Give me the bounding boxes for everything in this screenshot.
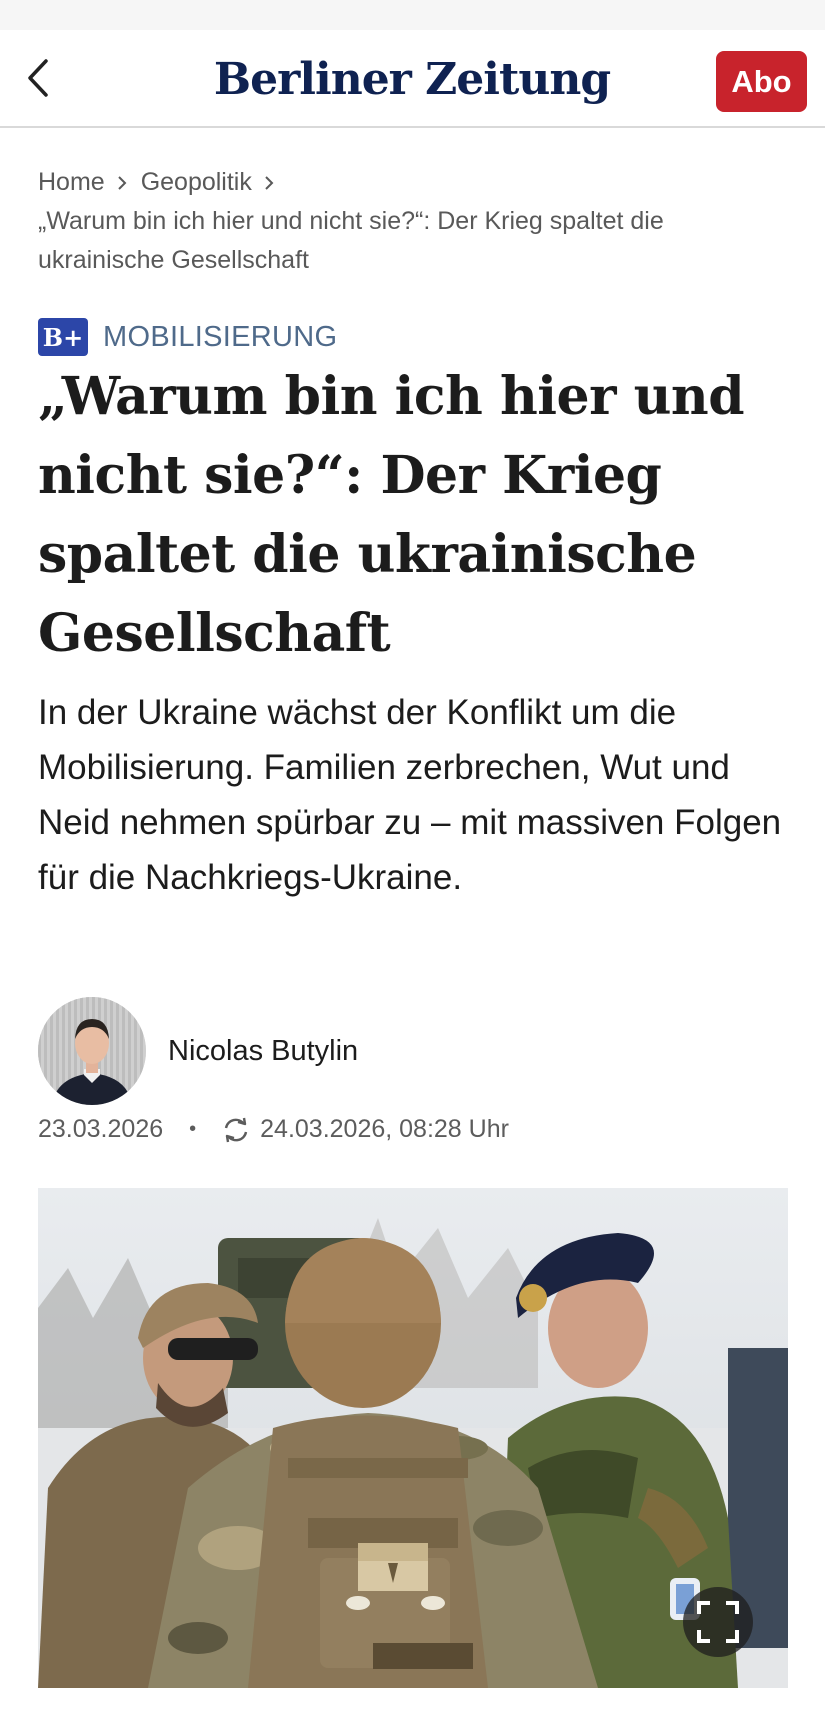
breadcrumb-home[interactable]: Home: [38, 163, 105, 202]
breadcrumb-geopolitik[interactable]: Geopolitik: [141, 163, 252, 202]
chevron-right-icon: [264, 175, 274, 191]
updated-date: 24.03.2026, 08:28 Uhr: [260, 1115, 509, 1143]
breadcrumb-current: „Warum bin ich hier und nicht sie?“: Der…: [38, 207, 664, 274]
fullscreen-button[interactable]: [683, 1587, 753, 1657]
kicker-label[interactable]: MOBILISIERUNG: [103, 321, 337, 354]
article-dates: 23.03.2026 • 24.03.2026, 08:28 Uhr: [38, 1115, 509, 1144]
hero-image[interactable]: [38, 1188, 788, 1688]
author-name[interactable]: Nicolas Butylin: [168, 1035, 358, 1068]
status-bar: [0, 0, 825, 30]
bplus-badge-icon: B+: [38, 318, 88, 356]
abo-button[interactable]: Abo: [716, 51, 807, 112]
top-bar: Berliner Zeitung Abo: [0, 30, 825, 128]
chevron-left-icon: [28, 59, 48, 97]
back-button[interactable]: [18, 58, 58, 98]
site-logo[interactable]: Berliner Zeitung: [213, 44, 611, 114]
published-date: 23.03.2026: [38, 1115, 164, 1143]
chevron-right-icon: [117, 175, 127, 191]
logo-text: Berliner Zeitung: [213, 53, 611, 105]
author-avatar: [38, 997, 146, 1105]
date-separator: •: [189, 1118, 197, 1140]
article-headline: „Warum bin ich hier und nicht sie?“: Der…: [38, 366, 745, 664]
refresh-icon: [222, 1117, 250, 1143]
breadcrumb: Home Geopolitik „Warum bin ich hier und …: [38, 163, 778, 280]
author-block[interactable]: Nicolas Butylin: [38, 997, 358, 1105]
article-kicker: B+ MOBILISIERUNG: [38, 318, 337, 356]
fullscreen-icon: [697, 1601, 739, 1643]
article-lead: In der Ukraine wächst der Konflikt um di…: [38, 693, 782, 897]
